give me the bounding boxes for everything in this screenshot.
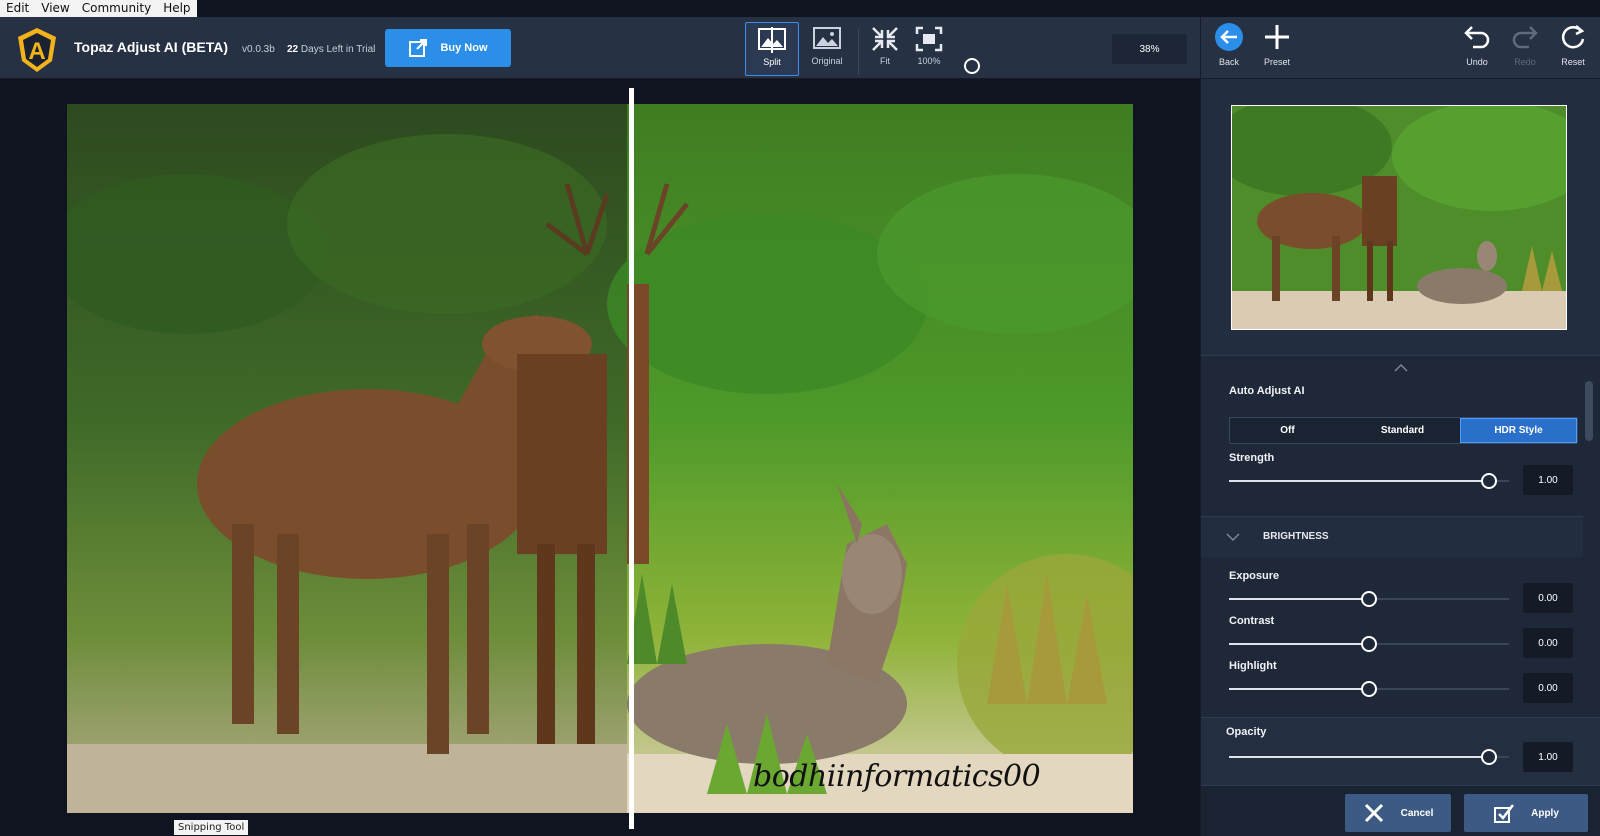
chevron-up-icon [1394, 363, 1408, 372]
redo-label: Redo [1514, 57, 1536, 67]
highlight-slider[interactable] [1229, 681, 1509, 697]
external-link-icon [409, 39, 428, 57]
highlight-value[interactable]: 0.00 [1523, 673, 1573, 703]
menu-bar: Edit View Community Help [0, 0, 197, 17]
exposure-value[interactable]: 0.00 [1523, 583, 1573, 613]
main-toolbar: A Topaz Adjust AI (BETA) v0.0.3b 22 Days… [0, 17, 1200, 79]
collapse-navigator-button[interactable] [1201, 355, 1600, 379]
version-label: v0.0.3b [242, 44, 275, 55]
cancel-label: Cancel [1400, 807, 1434, 819]
full-size-label: 100% [917, 56, 941, 66]
exposure-slider-knob[interactable] [1361, 591, 1377, 607]
menu-help[interactable]: Help [157, 0, 196, 17]
menu-view[interactable]: View [35, 0, 75, 17]
contrast-label: Contrast [1229, 615, 1275, 627]
reset-icon [1561, 25, 1585, 49]
split-view-button[interactable]: Split [745, 22, 799, 76]
split-divider-handle[interactable] [629, 88, 634, 829]
exposure-label: Exposure [1229, 570, 1280, 582]
opacity-value[interactable]: 1.00 [1523, 742, 1573, 772]
strength-label: Strength [1229, 452, 1275, 464]
menu-edit[interactable]: Edit [0, 0, 35, 17]
original-label: Original [811, 56, 843, 66]
highlight-slider-fill [1229, 688, 1369, 690]
cancel-button[interactable]: Cancel [1345, 794, 1451, 832]
opacity-section: Opacity 1.00 [1201, 717, 1600, 785]
opacity-slider-fill [1229, 756, 1489, 758]
original-view-button[interactable]: Original [800, 22, 854, 76]
trial-days: 22 [287, 44, 299, 55]
reset-label: Reset [1561, 57, 1585, 67]
strength-slider-knob[interactable] [1481, 473, 1497, 489]
adjustment-panel: Auto Adjust AI Off Standard HDR Style St… [1200, 79, 1600, 836]
image-icon [813, 27, 841, 49]
opacity-slider-knob[interactable] [1481, 749, 1497, 765]
trial-status: 22 Days Left in Trial [287, 44, 375, 55]
mode-off-button[interactable]: Off [1230, 418, 1345, 443]
strength-value[interactable]: 1.00 [1523, 465, 1573, 495]
watermark-text: bodhiinformatics00 [753, 759, 1041, 794]
buy-now-button[interactable]: Buy Now [385, 29, 511, 67]
redo-button[interactable]: Redo [1503, 23, 1547, 67]
app-title: Topaz Adjust AI (BETA) [74, 39, 228, 55]
contrast-slider-knob[interactable] [1361, 636, 1377, 652]
strength-slider[interactable] [1229, 473, 1509, 489]
panel-toolbar: Back Preset Undo Redo Reset [1200, 17, 1600, 79]
brush-size-icon[interactable] [964, 58, 980, 74]
highlight-slider-knob[interactable] [1361, 681, 1377, 697]
apply-label: Apply [1531, 807, 1559, 819]
actual-size-button[interactable]: 100% [902, 22, 956, 76]
panel-scrollbar[interactable] [1585, 381, 1593, 441]
back-button[interactable]: Back [1207, 23, 1251, 67]
exposure-slider-fill [1229, 598, 1369, 600]
auto-adjust-title: Auto Adjust AI [1229, 385, 1305, 397]
undo-label: Undo [1466, 57, 1488, 67]
navigator-thumbnail[interactable] [1231, 105, 1567, 330]
image-canvas[interactable]: bodhiinformatics00 Snipping Tool [0, 79, 1200, 836]
brightness-section-title: BRIGHTNESS [1263, 531, 1329, 542]
preset-label: Preset [1263, 57, 1290, 67]
opacity-slider[interactable] [1229, 749, 1509, 765]
highlight-label: Highlight [1229, 660, 1277, 672]
full-size-icon [915, 26, 943, 52]
snipping-tool-tooltip: Snipping Tool [174, 820, 249, 835]
fit-icon [872, 27, 898, 51]
split-label: Split [763, 57, 781, 67]
fit-label: Fit [880, 56, 890, 66]
chevron-down-icon [1226, 533, 1240, 542]
contrast-slider[interactable] [1229, 636, 1509, 652]
contrast-slider-fill [1229, 643, 1369, 645]
back-arrow-icon [1215, 23, 1243, 51]
preset-button[interactable]: Preset [1255, 23, 1299, 67]
apply-button[interactable]: Apply [1464, 794, 1588, 832]
preview-image [67, 104, 1133, 813]
zoom-level[interactable]: 38% [1112, 34, 1187, 64]
close-icon [1364, 803, 1383, 823]
exposure-slider[interactable] [1229, 591, 1509, 607]
apply-check-icon [1494, 804, 1515, 823]
plus-icon [1265, 25, 1289, 49]
mode-standard-button[interactable]: Standard [1345, 418, 1460, 443]
reset-button[interactable]: Reset [1551, 23, 1595, 67]
strength-slider-fill [1229, 480, 1489, 482]
brightness-section-header[interactable]: BRIGHTNESS [1201, 517, 1583, 557]
contrast-value[interactable]: 0.00 [1523, 628, 1573, 658]
redo-icon [1512, 26, 1538, 49]
auto-adjust-mode-selector: Off Standard HDR Style [1229, 417, 1578, 444]
mode-hdr-style-button[interactable]: HDR Style [1460, 418, 1577, 443]
panel-footer: Cancel Apply [1201, 785, 1600, 836]
split-image-icon [758, 27, 786, 53]
svg-text:A: A [28, 38, 45, 65]
navigator [1201, 79, 1600, 355]
trial-text: Days Left in Trial [300, 44, 376, 55]
menu-community[interactable]: Community [76, 0, 157, 17]
undo-button[interactable]: Undo [1455, 23, 1499, 67]
undo-icon [1464, 26, 1490, 49]
buy-now-label: Buy Now [440, 42, 488, 54]
opacity-label: Opacity [1226, 726, 1267, 738]
back-label: Back [1218, 57, 1239, 67]
app-logo-icon: A [12, 25, 62, 75]
